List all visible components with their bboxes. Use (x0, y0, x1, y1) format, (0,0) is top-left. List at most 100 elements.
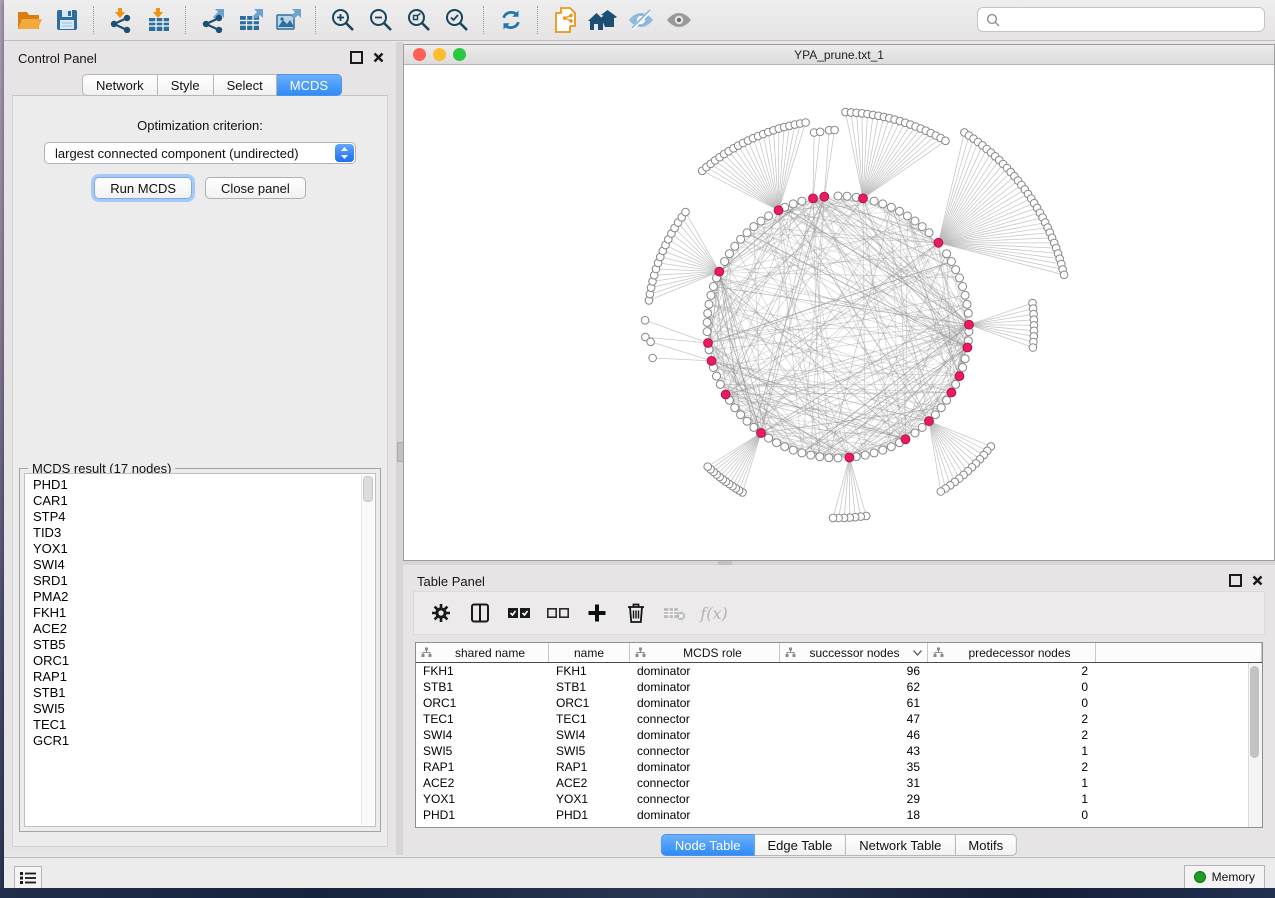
duplicate-network-button[interactable] (546, 3, 584, 37)
show-all-button[interactable] (660, 3, 698, 37)
hide-selected-button[interactable] (622, 3, 660, 37)
delete-column-button[interactable] (621, 598, 651, 628)
select-all-icon (507, 606, 531, 620)
tab-network-table[interactable]: Network Table (846, 834, 955, 856)
first-neighbors-button[interactable] (584, 3, 622, 37)
mcds-result-item[interactable]: FKH1 (33, 605, 375, 621)
table-row[interactable]: SWI4SWI4dominator462 (416, 727, 1262, 743)
search-input[interactable] (1006, 11, 1256, 28)
show-columns-button[interactable] (465, 598, 495, 628)
column-header-MCDS-role[interactable]: MCDS role (630, 643, 780, 662)
plus-icon (587, 603, 607, 623)
mcds-result-item[interactable]: STP4 (33, 509, 375, 525)
toolbar-separator (315, 6, 317, 34)
gear-icon (430, 602, 452, 624)
table-settings-button[interactable] (426, 598, 456, 628)
zoom-in-button[interactable] (324, 3, 362, 37)
table-row[interactable]: ACE2ACE2connector311 (416, 775, 1262, 791)
open-folder-icon (16, 8, 43, 32)
shared-column-icon (635, 647, 646, 658)
columns-icon (469, 602, 491, 624)
close-panel-button[interactable]: Close panel (205, 177, 306, 199)
mcds-result-item[interactable]: STB1 (33, 685, 375, 701)
memory-button[interactable]: Memory (1184, 865, 1265, 889)
close-panel-icon[interactable] (1252, 575, 1263, 586)
zoom-fit-button[interactable] (400, 3, 438, 37)
zoom-out-icon (368, 7, 394, 33)
table-row[interactable]: ORC1ORC1dominator610 (416, 695, 1262, 711)
run-mcds-button[interactable]: Run MCDS (94, 177, 192, 199)
function-builder-button: f(x) (699, 598, 729, 628)
task-history-button[interactable] (14, 866, 42, 890)
save-session-button[interactable] (48, 3, 86, 37)
select-all-button[interactable] (504, 598, 534, 628)
tab-mcds[interactable]: MCDS (277, 74, 342, 96)
column-header-predecessor-nodes[interactable]: predecessor nodes (928, 643, 1096, 662)
mcds-result-item[interactable]: GCR1 (33, 733, 375, 749)
mcds-result-list[interactable]: PHD1CAR1STP4TID3YOX1SWI4SRD1PMA2FKH1ACE2… (24, 473, 376, 827)
table-row[interactable]: PHD1PHD1dominator180 (416, 807, 1262, 823)
table-row[interactable]: SWI5SWI5connector431 (416, 743, 1262, 759)
export-image-button[interactable] (270, 3, 308, 37)
shared-column-icon (785, 647, 796, 658)
optimization-criterion-value: largest connected component (undirected) (55, 146, 299, 161)
table-header[interactable]: shared namenameMCDS rolesuccessor nodesp… (416, 643, 1262, 663)
tab-select[interactable]: Select (214, 74, 277, 96)
table-panel-tabs: Node TableEdge TableNetwork TableMotifs (661, 834, 1017, 856)
sort-caret-icon (913, 650, 922, 656)
search-box[interactable] (977, 7, 1265, 32)
refresh-button[interactable] (492, 3, 530, 37)
mcds-result-item[interactable]: TEC1 (33, 717, 375, 733)
add-column-button[interactable] (582, 598, 612, 628)
app-window: Control Panel NetworkStyleSelectMCDS Opt… (4, 0, 1275, 890)
mcds-result-item[interactable]: PMA2 (33, 589, 375, 605)
deselect-all-button[interactable] (543, 598, 573, 628)
export-image-icon (275, 7, 303, 33)
mcds-result-item[interactable]: STB5 (33, 637, 375, 653)
tab-motifs[interactable]: Motifs (955, 834, 1017, 856)
import-table-button[interactable] (140, 3, 178, 37)
duplicate-network-icon (552, 6, 578, 34)
close-panel-icon[interactable] (373, 52, 384, 63)
table-row[interactable]: RAP1RAP1dominator352 (416, 759, 1262, 775)
table-row[interactable]: STB1STB1dominator620 (416, 679, 1262, 695)
control-panel: Control Panel NetworkStyleSelectMCDS Opt… (4, 42, 396, 855)
mcds-result-item[interactable]: ORC1 (33, 653, 375, 669)
vertical-split-divider[interactable] (396, 42, 403, 855)
tab-node-table[interactable]: Node Table (661, 834, 755, 856)
status-bar: Memory (4, 857, 1275, 891)
table-row[interactable]: FKH1FKH1dominator962 (416, 663, 1262, 679)
zoom-selected-button[interactable] (438, 3, 476, 37)
node-table[interactable]: shared namenameMCDS rolesuccessor nodesp… (415, 642, 1263, 828)
optimization-criterion-select[interactable]: largest connected component (undirected) (44, 142, 356, 164)
open-network-button[interactable] (10, 3, 48, 37)
mcds-result-item[interactable]: SWI5 (33, 701, 375, 717)
column-header-shared-name[interactable]: shared name (416, 643, 549, 662)
mcds-result-groupbox: MCDS result (17 nodes) PHD1CAR1STP4TID3Y… (19, 468, 381, 832)
float-panel-icon[interactable] (350, 51, 363, 64)
network-canvas[interactable] (404, 65, 1274, 559)
mcds-result-item[interactable]: TID3 (33, 525, 375, 541)
mcds-list-scrollbar[interactable] (361, 475, 374, 825)
table-row[interactable]: YOX1YOX1connector291 (416, 791, 1262, 807)
column-header-successor-nodes[interactable]: successor nodes (780, 643, 928, 662)
zoom-out-button[interactable] (362, 3, 400, 37)
mcds-result-item[interactable]: YOX1 (33, 541, 375, 557)
mcds-result-item[interactable]: CAR1 (33, 493, 375, 509)
mcds-result-item[interactable]: SWI4 (33, 557, 375, 573)
mcds-result-item[interactable]: SRD1 (33, 573, 375, 589)
float-panel-icon[interactable] (1229, 574, 1242, 587)
export-network-button[interactable] (194, 3, 232, 37)
mcds-result-item[interactable]: RAP1 (33, 669, 375, 685)
mcds-result-item[interactable]: ACE2 (33, 621, 375, 637)
tab-style[interactable]: Style (158, 74, 214, 96)
table-scrollbar[interactable] (1248, 663, 1262, 827)
column-header-name[interactable]: name (549, 643, 630, 662)
mcds-result-item[interactable]: PHD1 (33, 477, 375, 493)
tab-edge-table[interactable]: Edge Table (754, 834, 846, 856)
tab-network[interactable]: Network (82, 74, 158, 96)
table-row[interactable]: TEC1TEC1connector472 (416, 711, 1262, 727)
export-table-button[interactable] (232, 3, 270, 37)
network-window-titlebar[interactable]: YPA_prune.txt_1 (404, 45, 1274, 65)
import-network-button[interactable] (102, 3, 140, 37)
